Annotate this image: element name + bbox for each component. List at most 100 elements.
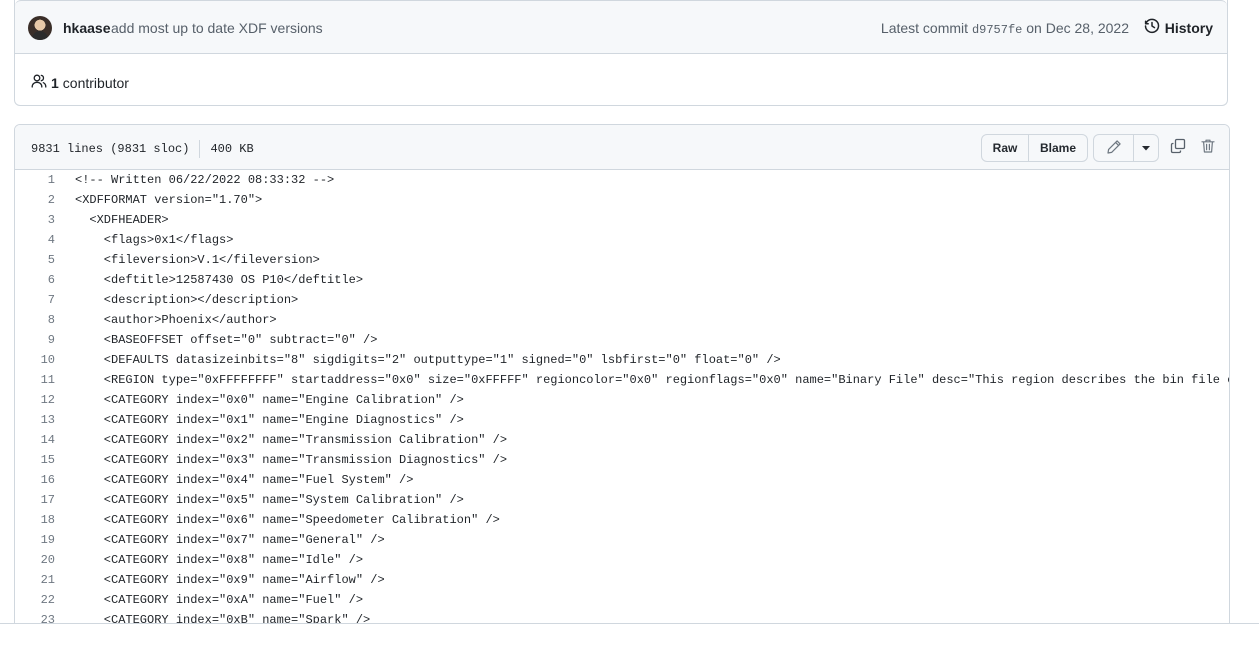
line-content: <flags>0x1</flags> [75, 233, 234, 247]
contributors-row[interactable]: 1 contributor [31, 73, 129, 92]
file-lines-info: 9831 lines (9831 sloc) [31, 142, 190, 156]
line-number[interactable]: 10 [15, 350, 55, 370]
file-view: 9831 lines (9831 sloc) 400 KB Raw Blame [14, 124, 1230, 644]
bottom-blank [0, 624, 1259, 667]
code-line: 7 <description></description> [15, 290, 1229, 310]
commit-box: hkaase add most up to date XDF versions … [14, 0, 1228, 106]
line-content: <deftitle>12587430 OS P10</deftitle> [75, 273, 364, 287]
code-line: 19 <CATEGORY index="0x7" name="General" … [15, 530, 1229, 550]
copy-icon [1170, 138, 1186, 159]
line-number[interactable]: 5 [15, 250, 55, 270]
line-content: <CATEGORY index="0x5" name="System Calib… [75, 493, 464, 507]
line-content: <DEFAULTS datasizeinbits="8" sigdigits="… [75, 353, 781, 367]
code-line: 12 <CATEGORY index="0x0" name="Engine Ca… [15, 390, 1229, 410]
code-line: 4 <flags>0x1</flags> [15, 230, 1229, 250]
commit-sha-link[interactable]: d9757fe [972, 23, 1022, 37]
line-number[interactable]: 12 [15, 390, 55, 410]
history-label: History [1164, 19, 1213, 36]
line-content: <CATEGORY index="0x7" name="General" /> [75, 533, 385, 547]
code-line: 22 <CATEGORY index="0xA" name="Fuel" /> [15, 590, 1229, 610]
code-line: 10 <DEFAULTS datasizeinbits="8" sigdigit… [15, 350, 1229, 370]
code-area: 1 <!-- Written 06/22/2022 08:33:32 --> 2 <X… [15, 170, 1229, 630]
code-line: 8 <author>Phoenix</author> [15, 310, 1229, 330]
code-line: 11 <REGION type="0xFFFFFFFF" startaddres… [15, 370, 1229, 390]
line-content: <CATEGORY index="0x6" name="Speedometer … [75, 513, 500, 527]
code-line: 16 <CATEGORY index="0x4" name="Fuel Syst… [15, 470, 1229, 490]
line-number[interactable]: 22 [15, 590, 55, 610]
edit-button[interactable] [1093, 134, 1134, 162]
code-line: 1 <!-- Written 06/22/2022 08:33:32 --> [15, 170, 1229, 190]
line-content: <fileversion>V.1</fileversion> [75, 253, 320, 267]
commit-author-link[interactable]: hkaase [63, 20, 110, 36]
delete-button[interactable] [1197, 137, 1219, 159]
code-line: 6 <deftitle>12587430 OS P10</deftitle> [15, 270, 1229, 290]
line-number[interactable]: 2 [15, 190, 55, 210]
raw-blame-group: Raw Blame [981, 134, 1088, 162]
line-number[interactable]: 3 [15, 210, 55, 230]
pencil-icon [1106, 139, 1122, 158]
bottom-divider [0, 623, 1259, 624]
line-number[interactable]: 4 [15, 230, 55, 250]
file-info-divider [199, 140, 201, 158]
triangle-down-icon [1141, 141, 1151, 155]
line-content: <CATEGORY index="0x0" name="Engine Calib… [75, 393, 464, 407]
line-number[interactable]: 1 [15, 170, 55, 190]
raw-button[interactable]: Raw [981, 134, 1029, 162]
code-line: 17 <CATEGORY index="0x5" name="System Ca… [15, 490, 1229, 510]
line-number[interactable]: 6 [15, 270, 55, 290]
line-content: <!-- Written 06/22/2022 08:33:32 --> [75, 173, 335, 187]
line-content: <REGION type="0xFFFFFFFF" startaddress="… [75, 373, 1229, 387]
line-number[interactable]: 19 [15, 530, 55, 550]
code-line: 14 <CATEGORY index="0x2" name="Transmiss… [15, 430, 1229, 450]
line-number[interactable]: 13 [15, 410, 55, 430]
line-content: <CATEGORY index="0x1" name="Engine Diagn… [75, 413, 464, 427]
line-number[interactable]: 17 [15, 490, 55, 510]
copy-raw-button[interactable] [1167, 137, 1189, 159]
line-content: <CATEGORY index="0x9" name="Airflow" /> [75, 573, 385, 587]
code-line: 18 <CATEGORY index="0x6" name="Speedomet… [15, 510, 1229, 530]
line-number[interactable]: 8 [15, 310, 55, 330]
file-size: 400 KB [210, 142, 254, 156]
avatar[interactable] [28, 16, 52, 40]
code-line: 2 <XDFFORMAT version="1.70"> [15, 190, 1229, 210]
blame-button[interactable]: Blame [1028, 134, 1088, 162]
code-line: 5 <fileversion>V.1</fileversion> [15, 250, 1229, 270]
trash-icon [1200, 138, 1216, 159]
line-number[interactable]: 14 [15, 430, 55, 450]
latest-commit-prefix: Latest commit [880, 20, 969, 36]
commit-message-link[interactable]: add most up to date XDF versions [111, 20, 323, 36]
line-content: <CATEGORY index="0x3" name="Transmission… [75, 453, 508, 467]
line-number[interactable]: 16 [15, 470, 55, 490]
history-button[interactable]: History [1144, 18, 1213, 37]
line-number[interactable]: 21 [15, 570, 55, 590]
code-line: 13 <CATEGORY index="0x1" name="Engine Di… [15, 410, 1229, 430]
people-icon [31, 73, 47, 92]
line-content: <CATEGORY index="0x2" name="Transmission… [75, 433, 508, 447]
line-content: <CATEGORY index="0xA" name="Fuel" /> [75, 593, 364, 607]
edit-dropdown-button[interactable] [1133, 134, 1159, 162]
line-content: <CATEGORY index="0x8" name="Idle" /> [75, 553, 364, 567]
latest-commit-info: Latest commit d9757fe on Dec 28, 2022 [881, 20, 1129, 37]
file-info: 9831 lines (9831 sloc) 400 KB [31, 140, 254, 158]
line-number[interactable]: 11 [15, 370, 55, 390]
code-line: 9 <BASEOFFSET offset="0" subtract="0" /> [15, 330, 1229, 350]
line-content: <BASEOFFSET offset="0" subtract="0" /> [75, 333, 378, 347]
code-line: 3 <XDFHEADER> [15, 210, 1229, 230]
history-icon [1144, 18, 1160, 37]
line-number[interactable]: 15 [15, 450, 55, 470]
commit-date: on Dec 28, 2022 [1026, 20, 1129, 36]
line-content: <CATEGORY index="0x4" name="Fuel System"… [75, 473, 414, 487]
line-content: <XDFFORMAT version="1.70"> [75, 193, 263, 207]
line-number[interactable]: 9 [15, 330, 55, 350]
file-header: 9831 lines (9831 sloc) 400 KB Raw Blame [15, 125, 1229, 170]
code-line: 20 <CATEGORY index="0x8" name="Idle" /> [15, 550, 1229, 570]
line-number[interactable]: 20 [15, 550, 55, 570]
code-line: 15 <CATEGORY index="0x3" name="Transmiss… [15, 450, 1229, 470]
line-number[interactable]: 18 [15, 510, 55, 530]
line-number[interactable]: 7 [15, 290, 55, 310]
contributor-label: contributor [62, 74, 129, 91]
line-content: <description></description> [75, 293, 299, 307]
contributor-count: 1 [51, 74, 59, 91]
line-content: <author>Phoenix</author> [75, 313, 277, 327]
latest-commit-row: hkaase add most up to date XDF versions … [15, 0, 1227, 54]
